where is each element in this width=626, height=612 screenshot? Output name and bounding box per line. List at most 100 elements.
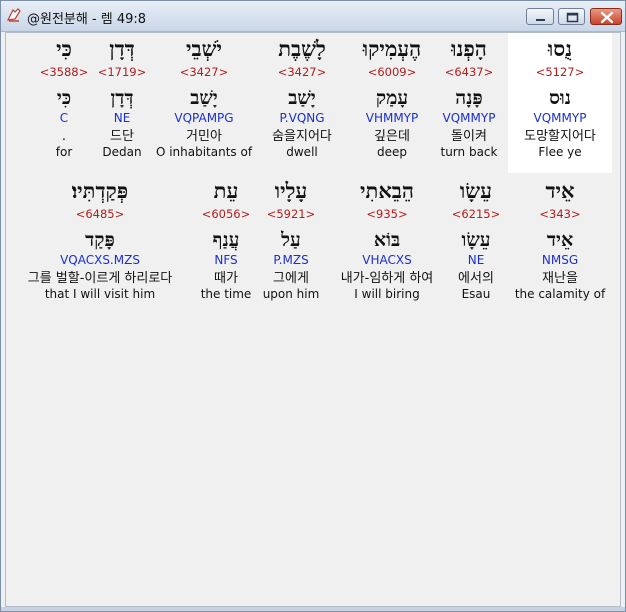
strong-number-link[interactable]: <3427>	[154, 64, 254, 80]
hebrew-word: נֻסוּ	[547, 36, 573, 61]
word-column[interactable]: נֻסוּ <5127> נוּס VQMMYP 도망할지어다 Flee ye	[508, 37, 612, 160]
morphology-code: NFS	[214, 253, 238, 267]
korean-gloss: 드단	[110, 129, 134, 144]
hebrew-root: אֵיד	[546, 229, 574, 251]
window-title: @원전분해 - 렘 49:8	[27, 12, 147, 27]
hebrew-root: עֲנַף	[212, 229, 240, 251]
english-gloss: that I will visit him	[44, 287, 156, 301]
english-gloss: upon him	[262, 287, 320, 301]
close-button[interactable]	[590, 8, 622, 25]
window-bottom-border	[1, 607, 625, 611]
maximize-icon	[566, 12, 579, 23]
hebrew-root: כִּי	[56, 87, 72, 109]
english-gloss: Esau	[461, 287, 491, 301]
hebrew-root: פָּנָה	[455, 87, 483, 109]
title-bar[interactable]: @원전분해 - 렘 49:8	[1, 1, 625, 32]
minimize-button[interactable]	[526, 8, 554, 25]
word-column[interactable]: דְּדָן <1719> דְּדָן NE 드단 Dedan	[94, 37, 150, 160]
word-column[interactable]: יֹשְׁבֵי <3427> יָשַׁב VQPAMPG 거민아 O inh…	[154, 37, 254, 160]
word-column[interactable]: עֵשָׂו <6215> עֵשָׂו NE 에서의 Esau	[446, 179, 506, 302]
morphology-code: NE	[113, 111, 131, 125]
english-gloss: Flee ye	[538, 145, 582, 159]
hebrew-root: דְּדָן	[110, 87, 134, 109]
word-column[interactable]: הָפְנוּ <6437> פָּנָה VQMMYP 돌이켜 turn ba…	[434, 37, 504, 160]
english-gloss: the calamity of	[514, 287, 606, 301]
strong-number-link[interactable]: <6215>	[446, 206, 506, 222]
morphology-code: NE	[467, 253, 485, 267]
hebrew-word: כִּי	[56, 36, 72, 61]
app-logo-icon	[6, 8, 21, 22]
strong-number-link[interactable]: <6009>	[352, 64, 432, 80]
hebrew-word: יֹשְׁבֵי	[185, 36, 222, 61]
strong-number-link[interactable]: <6056>	[196, 206, 256, 222]
hebrew-word: לָשֶׁבֶת	[278, 36, 326, 61]
word-column[interactable]: הֶעְמִיקוּ <6009> עָמַק VHMMYP 깊은데 deep	[352, 37, 432, 160]
hebrew-root: יָשַׁב	[190, 87, 218, 109]
korean-gloss: 내가-임하게 하여	[340, 271, 434, 286]
korean-gloss: 그에게	[273, 271, 309, 286]
hebrew-word: פְּקַדְתִּיו׃	[71, 178, 129, 203]
strong-number-link[interactable]: <343>	[512, 206, 608, 222]
english-gloss: deep	[377, 145, 407, 159]
english-gloss: turn back	[440, 145, 498, 159]
korean-gloss: 때가	[214, 271, 238, 286]
strong-number-link[interactable]: <6485>	[8, 206, 192, 222]
morphology-code: VQACXS.MZS	[60, 253, 140, 267]
english-gloss: dwell	[286, 145, 318, 159]
hebrew-root: פָּקַד	[85, 229, 115, 251]
word-column[interactable]: הֵבֵאתִי <935> בּוֹא VHACXS 내가-임하게 하여 I …	[332, 179, 442, 302]
english-gloss: Dedan	[102, 145, 142, 159]
korean-gloss: 돌이켜	[451, 129, 487, 144]
word-column[interactable]: עֵת <6056> עֲנַף NFS 때가 the time	[196, 179, 256, 302]
english-gloss: for	[55, 145, 73, 159]
morphology-code: VQPAMPG	[174, 111, 234, 125]
hebrew-word: הֵבֵאתִי	[360, 178, 414, 203]
minimize-icon	[536, 19, 545, 21]
strong-number-link[interactable]: <6437>	[434, 64, 504, 80]
maximize-button[interactable]	[558, 8, 585, 25]
word-column[interactable]: לָשֶׁבֶת <3427> יָשַׁב P.VQNG 숨을지어다 dwel…	[260, 37, 344, 160]
morphology-code: P.MZS	[273, 253, 309, 267]
morphology-code: C	[59, 111, 69, 125]
hebrew-root: עֵשָׂו	[461, 229, 491, 251]
strong-number-link[interactable]: <5127>	[508, 64, 612, 80]
morphology-code: VHACXS	[362, 253, 412, 267]
hebrew-root: בּוֹא	[373, 229, 401, 251]
strong-number-link[interactable]: <935>	[332, 206, 442, 222]
app-window: @원전분해 - 렘 49:8 נֻסוּ <5127> נוּס VQMMYP	[0, 0, 626, 612]
word-column[interactable]: פְּקַדְתִּיו׃ <6485> פָּקַד VQACXS.MZS 그…	[8, 179, 192, 302]
korean-gloss: 거민아	[186, 129, 222, 144]
english-gloss: the time	[200, 287, 252, 301]
korean-gloss: 에서의	[458, 271, 494, 286]
analysis-pane[interactable]: נֻסוּ <5127> נוּס VQMMYP 도망할지어다 Flee ye …	[5, 32, 621, 607]
word-column[interactable]: אֵיד <343> אֵיד NMSG 재난을 the calamity of	[512, 179, 608, 302]
hebrew-root: נוּס	[549, 87, 571, 109]
close-icon	[600, 11, 614, 24]
hebrew-word: עֵת	[213, 178, 239, 203]
morphology-code: P.VQNG	[279, 111, 325, 125]
hebrew-word: עָלָיו	[274, 178, 308, 203]
strong-number-link[interactable]: <3588>	[36, 64, 92, 80]
strong-number-link[interactable]: <5921>	[258, 206, 324, 222]
english-gloss: I will biring	[354, 287, 420, 301]
korean-gloss: 재난을	[542, 271, 578, 286]
hebrew-word: עֵשָׂו	[459, 178, 493, 203]
korean-gloss: .	[61, 129, 67, 144]
hebrew-root: עַל	[281, 229, 301, 251]
word-column[interactable]: כִּי <3588> כִּי C . for	[36, 37, 92, 160]
morphology-code: VHMMYP	[365, 111, 419, 125]
strong-number-link[interactable]: <3427>	[260, 64, 344, 80]
hebrew-root: יָשַׁב	[288, 87, 316, 109]
hebrew-word: הָפְנוּ	[451, 36, 487, 61]
korean-gloss: 도망할지어다	[524, 129, 596, 144]
hebrew-root: עָמַק	[375, 87, 409, 109]
strong-number-link[interactable]: <1719>	[94, 64, 150, 80]
hebrew-word: הֶעְמִיקוּ	[362, 36, 422, 61]
word-column[interactable]: עָלָיו <5921> עַל P.MZS 그에게 upon him	[258, 179, 324, 302]
hebrew-word: אֵיד	[545, 178, 575, 203]
korean-gloss: 숨을지어다	[272, 129, 332, 144]
korean-gloss: 그를 벌할-이르게 하리로다	[27, 271, 173, 286]
morphology-code: NMSG	[541, 253, 579, 267]
hebrew-word: דְּדָן	[109, 36, 135, 61]
morphology-code: VQMMYP	[533, 111, 587, 125]
